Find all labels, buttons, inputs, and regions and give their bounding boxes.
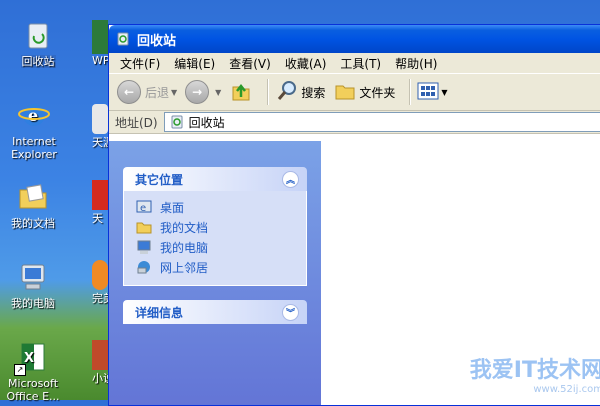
- up-button[interactable]: [229, 79, 253, 106]
- link-desktop[interactable]: e 桌面: [136, 197, 296, 217]
- menu-bar: 文件(F) 编辑(E) 查看(V) 收藏(A) 工具(T) 帮助(H): [109, 53, 600, 74]
- task-pane: 其它位置 ︽ e 桌面 我的文档 我的电脑 网上邻居 详细信息 ︾: [109, 141, 321, 405]
- link-my-documents[interactable]: 我的文档: [136, 217, 296, 237]
- desktop-icon-label: 我的电脑: [11, 297, 55, 310]
- wanmei-icon: [92, 260, 108, 290]
- desktop-icon: e: [136, 199, 152, 215]
- details-title: 详细信息: [135, 305, 184, 320]
- excel-icon: X ↗: [14, 340, 50, 376]
- svg-text:e: e: [140, 203, 146, 214]
- address-label: 地址(D): [115, 115, 158, 130]
- shortcut-arrow-icon: ↗: [14, 364, 26, 376]
- search-button[interactable]: 搜索: [275, 79, 325, 106]
- watermark-url: www.52ij.com: [533, 384, 600, 395]
- desktop-icon-my-computer[interactable]: 我的电脑: [0, 260, 69, 310]
- details-panel: 详细信息 ︾: [123, 300, 307, 324]
- desktop-icon-internet-explorer[interactable]: e Internet Explorer: [0, 98, 70, 161]
- toolbar: ← 后退 ▼ → ▼ 搜索 文件夹 ▼: [109, 74, 600, 111]
- my-computer-icon: [136, 239, 152, 255]
- menu-help[interactable]: 帮助(H): [395, 55, 437, 72]
- network-icon: [136, 259, 152, 275]
- recycle-bin-icon: [115, 31, 131, 47]
- desktop-icon-label: 天: [92, 212, 103, 225]
- views-grid-icon: [417, 81, 439, 104]
- my-documents-icon: [16, 180, 50, 214]
- my-computer-icon: [16, 260, 50, 294]
- other-places-title: 其它位置: [135, 172, 184, 187]
- folder-icon: [333, 79, 357, 106]
- address-value: 回收站: [188, 115, 225, 130]
- link-label: 桌面: [160, 200, 185, 215]
- chevron-down-icon[interactable]: ▼: [441, 88, 447, 97]
- tian-icon: [92, 180, 108, 210]
- folder-icon: [136, 219, 152, 235]
- expand-chevron-icon[interactable]: ︾: [282, 303, 299, 321]
- folder-up-icon: [229, 79, 253, 106]
- watermark: 我爱IT技术网 www.52ij.com: [470, 352, 600, 395]
- folders-button[interactable]: 文件夹: [333, 79, 395, 106]
- desktop-icon-label: 回收站: [20, 55, 56, 68]
- toolbar-divider: [267, 79, 270, 105]
- forward-button[interactable]: → ▼: [185, 80, 221, 104]
- desktop-icon-my-documents[interactable]: 我的文档: [0, 180, 69, 230]
- link-label: 我的电脑: [160, 240, 209, 255]
- recycle-bin-window: 回收站 文件(F) 编辑(E) 查看(V) 收藏(A) 工具(T) 帮助(H) …: [108, 24, 600, 406]
- collapse-chevron-icon[interactable]: ︽: [282, 170, 299, 188]
- menu-file[interactable]: 文件(F): [120, 55, 160, 72]
- back-arrow-icon: ←: [117, 80, 141, 104]
- back-label: 后退: [145, 85, 170, 100]
- desktop-icon-label: 我的文档: [11, 217, 55, 230]
- address-bar: 地址(D) 回收站: [109, 111, 600, 134]
- link-network-places[interactable]: 网上邻居: [136, 257, 296, 277]
- recycle-bin-icon: [169, 114, 185, 130]
- desktop-icon-recycle-bin[interactable]: 回收站: [2, 18, 74, 68]
- file-list-area[interactable]: 我爱IT技术网 www.52ij.com: [321, 141, 600, 405]
- watermark-text: 我爱IT技术网: [469, 358, 600, 383]
- title-bar[interactable]: 回收站: [109, 25, 600, 53]
- window-content: 其它位置 ︽ e 桌面 我的文档 我的电脑 网上邻居 详细信息 ︾ 我爱IT技术…: [109, 141, 600, 405]
- desktop-icon-label: Internet Explorer: [11, 135, 57, 161]
- recycle-bin-icon: [21, 18, 55, 52]
- search-label: 搜索: [301, 85, 326, 100]
- details-header[interactable]: 详细信息 ︾: [123, 300, 307, 324]
- desktop-icon-label: Microsoft Office E...: [6, 377, 60, 403]
- link-my-computer[interactable]: 我的电脑: [136, 237, 296, 257]
- views-button[interactable]: ▼: [417, 81, 448, 104]
- folders-label: 文件夹: [359, 85, 396, 100]
- other-places-panel: 其它位置 ︽ e 桌面 我的文档 我的电脑 网上邻居: [123, 167, 307, 286]
- link-label: 我的文档: [160, 220, 209, 235]
- menu-view[interactable]: 查看(V): [229, 55, 271, 72]
- search-icon: [275, 79, 299, 106]
- address-input[interactable]: 回收站: [163, 112, 600, 132]
- toolbar-divider: [409, 79, 412, 105]
- wps-icon: [92, 20, 108, 54]
- menu-edit[interactable]: 编辑(E): [174, 55, 215, 72]
- menu-favorites[interactable]: 收藏(A): [285, 55, 327, 72]
- back-button[interactable]: ← 后退 ▼: [117, 80, 177, 104]
- internet-explorer-icon: e: [17, 98, 51, 132]
- chevron-down-icon[interactable]: ▼: [215, 88, 221, 97]
- xiaoshuo-icon: [92, 340, 108, 370]
- other-places-header[interactable]: 其它位置 ︽: [123, 167, 307, 191]
- window-title: 回收站: [137, 33, 177, 49]
- desktop-icon-microsoft-office-excel[interactable]: X ↗ Microsoft Office E...: [0, 340, 69, 403]
- link-label: 网上邻居: [160, 260, 209, 275]
- chevron-down-icon[interactable]: ▼: [171, 88, 177, 97]
- forward-arrow-icon: →: [185, 80, 210, 104]
- other-places-body: e 桌面 我的文档 我的电脑 网上邻居: [123, 191, 307, 286]
- menu-tools[interactable]: 工具(T): [340, 55, 381, 72]
- tianya-icon: [92, 104, 108, 134]
